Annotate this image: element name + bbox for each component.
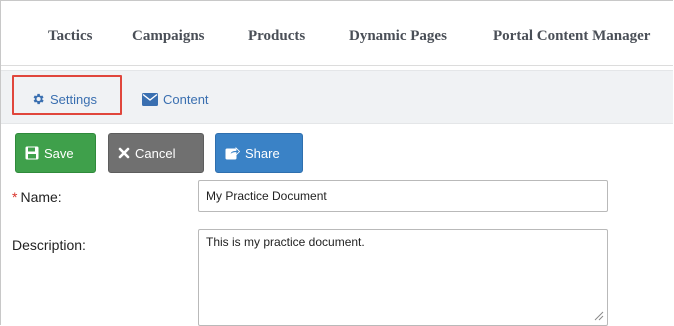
required-mark: * <box>12 189 18 205</box>
save-button[interactable]: Save <box>15 133 96 173</box>
tab-content-label: Content <box>163 91 209 107</box>
name-label: Name: <box>20 189 62 205</box>
nav-campaigns[interactable]: Campaigns <box>132 28 205 45</box>
description-field[interactable]: This is my practice document. <box>198 229 608 326</box>
cancel-button[interactable]: Cancel <box>108 133 204 173</box>
name-label-row: * Name: <box>12 189 62 205</box>
nav-portal-content-manager[interactable]: Portal Content Manager <box>493 28 650 45</box>
save-label: Save <box>44 145 74 161</box>
share-label: Share <box>245 145 280 161</box>
floppy-disk-icon <box>25 146 39 160</box>
description-label: Description: <box>12 237 86 253</box>
cancel-label: Cancel <box>135 145 176 161</box>
tab-content[interactable]: Content <box>142 86 209 112</box>
nav-dynamic-pages[interactable]: Dynamic Pages <box>349 28 447 45</box>
resize-grip-icon[interactable] <box>592 309 604 321</box>
top-navigation: Tactics Campaigns Products Dynamic Pages… <box>1 1 673 66</box>
share-icon <box>225 147 240 160</box>
share-button[interactable]: Share <box>215 133 303 173</box>
settings-highlight-box <box>12 75 122 115</box>
envelope-icon <box>142 92 158 106</box>
nav-tactics[interactable]: Tactics <box>48 28 92 45</box>
nav-products[interactable]: Products <box>248 28 305 45</box>
x-icon <box>118 147 130 159</box>
name-field[interactable] <box>198 180 608 212</box>
